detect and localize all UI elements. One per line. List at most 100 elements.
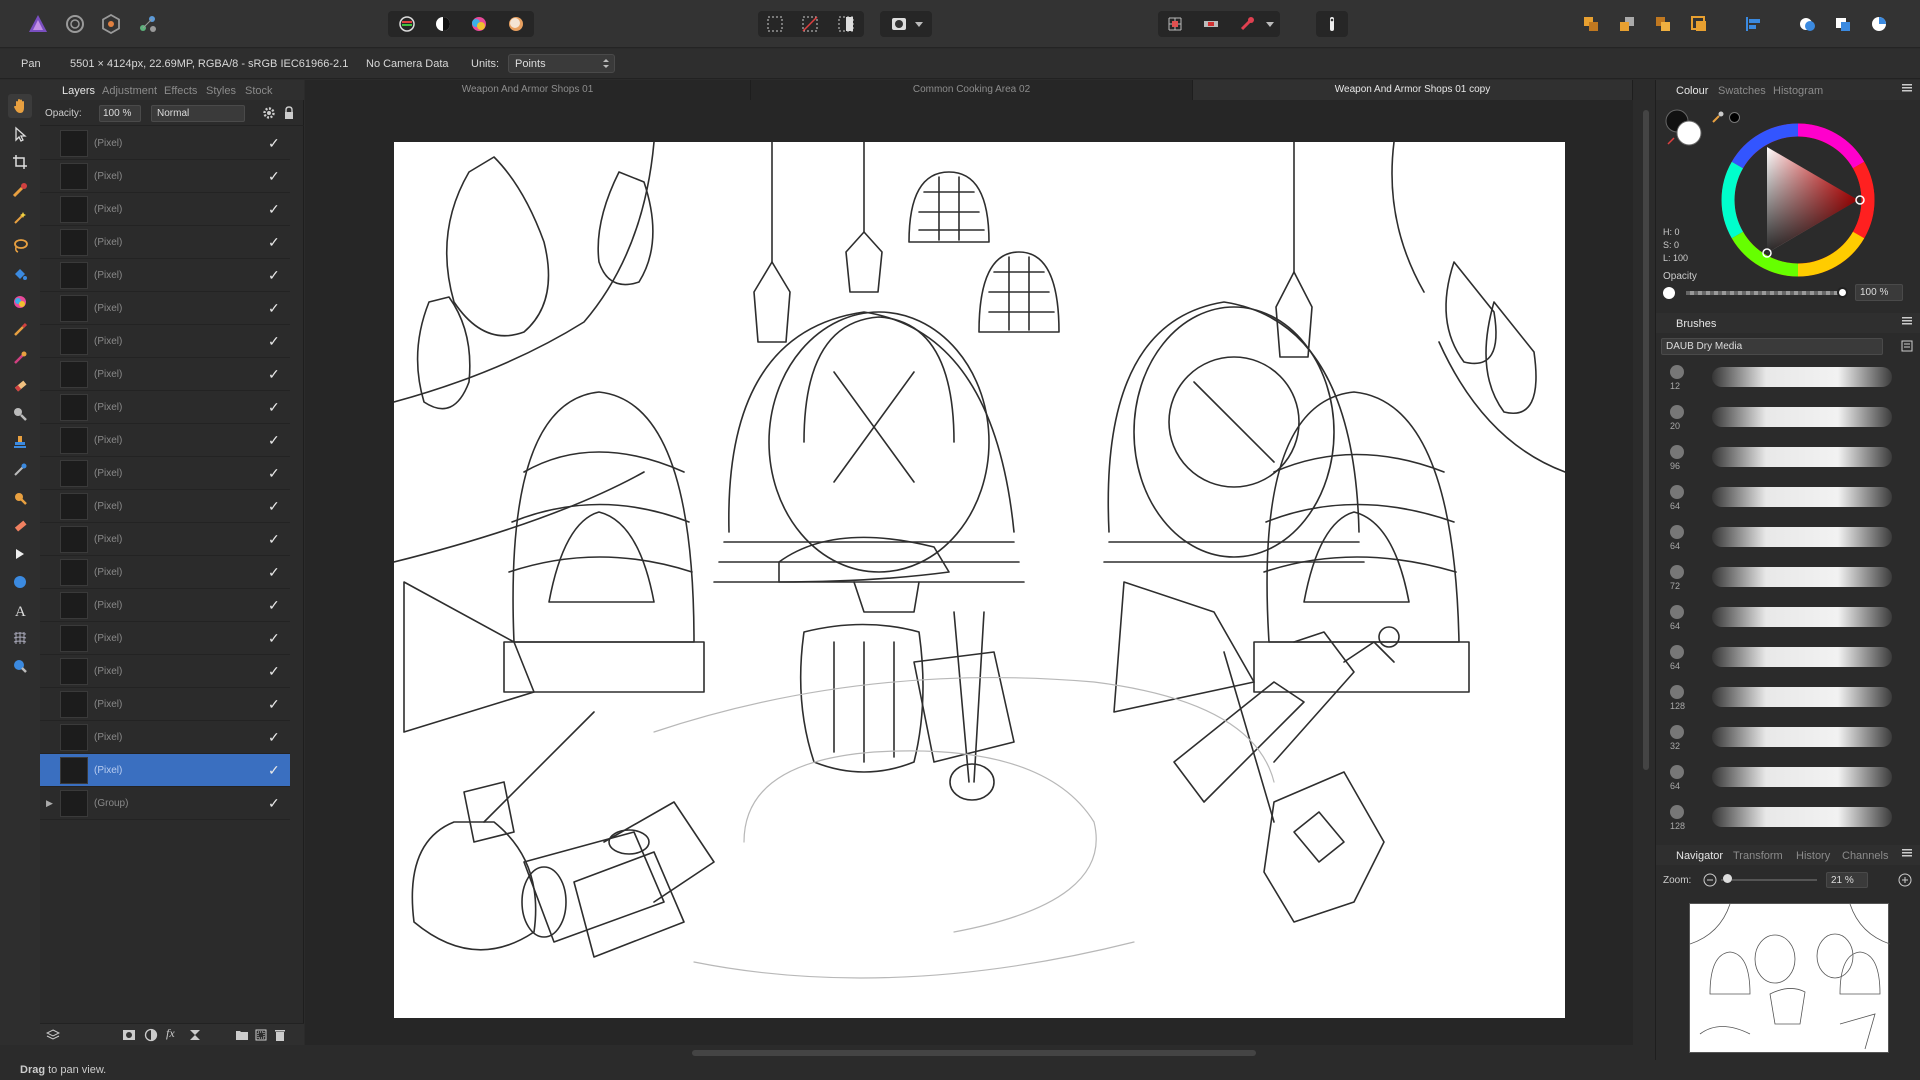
document-tab[interactable]: Common Cooking Area 02 [751,80,1193,100]
adjustment-icon[interactable] [144,1028,158,1045]
tab-history[interactable]: History [1796,850,1830,862]
layer-visibility-checkmark-icon[interactable]: ✓ [268,399,280,416]
zoom-slider[interactable] [1721,879,1817,881]
layer-visibility-checkmark-icon[interactable]: ✓ [268,432,280,449]
brush-item[interactable]: 64 [1656,479,1906,519]
layer-row[interactable]: (Pixel) ✓ [40,424,290,457]
selection-brush-tool-icon[interactable] [8,178,32,202]
tab-brushes[interactable]: Brushes [1676,318,1716,330]
assistant-icon[interactable] [1319,11,1345,37]
snapping-icon[interactable] [1198,11,1224,37]
brush-item[interactable]: 12 [1656,359,1906,399]
vertical-scrollbar[interactable] [1643,110,1649,770]
force-pixel-alignment-icon[interactable] [1234,11,1260,37]
layer-visibility-checkmark-icon[interactable]: ✓ [268,135,280,152]
fx-icon[interactable]: fx [166,1026,175,1041]
tab-navigator[interactable]: Navigator [1676,850,1723,862]
expand-triangle-icon[interactable]: ▶ [46,798,53,809]
zoom-in-icon[interactable] [1898,873,1912,890]
layer-settings-gear-icon[interactable] [262,106,276,120]
layer-visibility-checkmark-icon[interactable]: ✓ [268,795,280,812]
layer-group-row[interactable]: ▶ (Group) ✓ [40,787,290,820]
layer-visibility-checkmark-icon[interactable]: ✓ [268,597,280,614]
layer-row[interactable]: (Pixel) ✓ [40,523,290,556]
zoom-tool-icon[interactable] [8,654,32,678]
brush-item[interactable]: 64 [1656,639,1906,679]
liquify-persona-icon[interactable] [62,11,88,37]
tab-styles[interactable]: Styles [206,85,236,97]
brush-item[interactable]: 32 [1656,719,1906,759]
black-white-icon[interactable] [430,11,456,37]
tab-adjustment[interactable]: Adjustment [102,85,157,97]
view-tool-hand-icon[interactable] [8,94,32,118]
layer-visibility-checkmark-icon[interactable]: ✓ [268,729,280,746]
levels-icon[interactable] [394,11,420,37]
units-select[interactable]: Points [508,54,615,73]
add-pixel-layer-icon[interactable] [254,1028,268,1045]
brush-item[interactable]: 128 [1656,679,1906,719]
layer-row[interactable]: (Pixel) ✓ [40,127,290,160]
snapping-dropdown-icon[interactable] [1263,11,1277,37]
select-all-icon[interactable] [762,11,788,37]
layer-visibility-checkmark-icon[interactable]: ✓ [268,531,280,548]
lasso-tool-icon[interactable] [8,234,32,258]
fill-tool-icon[interactable] [8,262,32,286]
brush-item[interactable]: 64 [1656,759,1906,799]
document-tab-active[interactable]: Weapon And Armor Shops 01 copy [1193,80,1633,100]
dodge-tool-icon[interactable] [8,402,32,426]
smudge-tool-icon[interactable] [8,486,32,510]
crop-tool-icon[interactable] [8,150,32,174]
move-forward-one-icon[interactable] [1650,11,1676,37]
erase-tool-icon[interactable] [8,374,32,398]
panel-menu-icon[interactable] [1902,83,1914,96]
brush-item[interactable]: 72 [1656,559,1906,599]
layers-stack-icon[interactable] [45,1028,61,1045]
intersect-icon[interactable] [1866,11,1892,37]
layer-row[interactable]: (Pixel) ✓ [40,226,290,259]
add-mask-icon[interactable] [122,1028,136,1045]
move-tool-icon[interactable] [8,122,32,146]
layer-visibility-checkmark-icon[interactable]: ✓ [268,366,280,383]
layer-row[interactable]: (Pixel) ✓ [40,160,290,193]
layer-visibility-checkmark-icon[interactable]: ✓ [268,300,280,317]
live-filter-icon[interactable] [188,1028,202,1045]
brush-item[interactable]: 128 [1656,799,1906,839]
brush-item[interactable]: 64 [1656,519,1906,559]
layer-row[interactable]: (Pixel) ✓ [40,292,290,325]
add-group-folder-icon[interactable] [235,1028,249,1045]
align-icon[interactable] [1740,11,1766,37]
layer-row[interactable]: (Pixel) ✓ [40,457,290,490]
document-tab[interactable]: Weapon And Armor Shops 01 [305,80,751,100]
zoom-input[interactable]: 21 % [1826,872,1868,888]
grid-icon[interactable] [1162,11,1188,37]
brushes-menu-icon[interactable] [1902,316,1914,329]
colour-opacity-slider[interactable] [1686,291,1844,295]
hsl-icon[interactable] [466,11,492,37]
layer-visibility-checkmark-icon[interactable]: ✓ [268,762,280,779]
layer-visibility-checkmark-icon[interactable]: ✓ [268,498,280,515]
quick-mask-dropdown-icon[interactable] [912,11,926,37]
clone-tool-icon[interactable] [8,430,32,454]
tab-histogram[interactable]: Histogram [1773,85,1823,97]
zoom-slider-handle[interactable] [1723,874,1732,883]
move-to-front-icon[interactable] [1686,11,1712,37]
add-icon[interactable] [1794,11,1820,37]
layer-row[interactable]: (Pixel) ✓ [40,721,290,754]
export-persona-icon[interactable] [135,11,161,37]
quick-mask-icon[interactable] [886,11,912,37]
subtract-icon[interactable] [1830,11,1856,37]
gradient-tool-icon[interactable] [8,290,32,314]
layer-row[interactable]: (Pixel) ✓ [40,325,290,358]
shape-tool-icon[interactable] [8,570,32,594]
layer-visibility-checkmark-icon[interactable]: ✓ [268,168,280,185]
tab-channels[interactable]: Channels [1842,850,1888,862]
layer-visibility-checkmark-icon[interactable]: ✓ [268,333,280,350]
layer-row[interactable]: (Pixel) ✓ [40,622,290,655]
colour-opacity-input[interactable]: 100 % [1855,284,1903,301]
tab-swatches[interactable]: Swatches [1718,85,1766,97]
layer-row[interactable]: (Pixel) ✓ [40,490,290,523]
opacity-input[interactable]: 100 % [99,105,141,122]
develop-persona-icon[interactable] [98,11,124,37]
tab-layers[interactable]: Layers [62,85,95,97]
layer-visibility-checkmark-icon[interactable]: ✓ [268,465,280,482]
